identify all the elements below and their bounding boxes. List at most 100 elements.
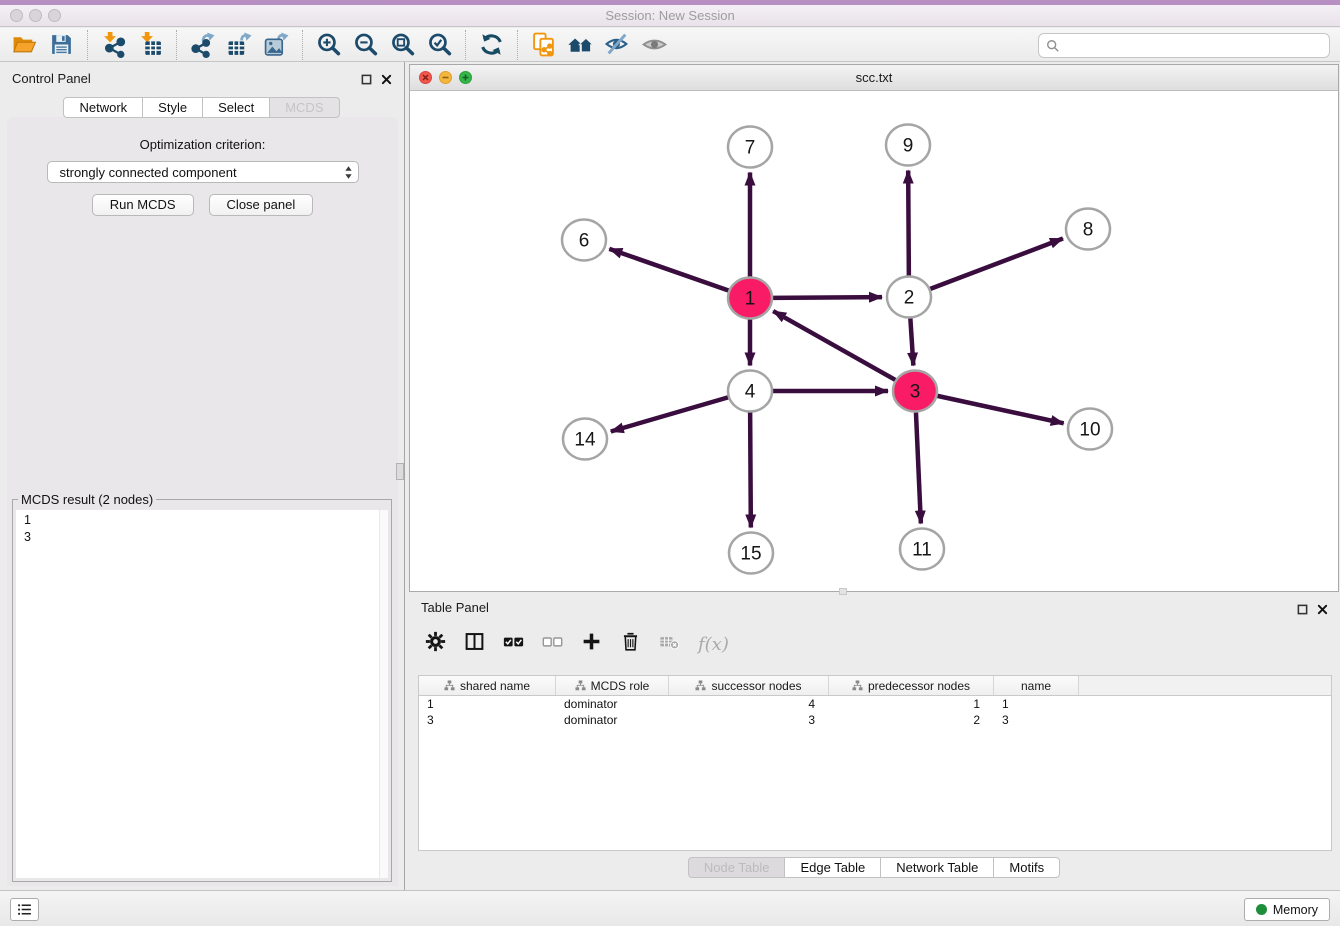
graph-node-2[interactable]: 2 (887, 277, 931, 318)
window-title: Session: New Session (0, 8, 1340, 23)
graph-node-11[interactable]: 11 (900, 529, 944, 570)
zoom-in-icon[interactable] (315, 31, 342, 58)
dropdown-stepper-icon (344, 165, 353, 180)
open-session-icon[interactable] (11, 31, 38, 58)
graph-node-15[interactable]: 15 (729, 533, 773, 574)
table-panel: Table Panel (409, 595, 1340, 889)
export-network-icon[interactable] (189, 31, 216, 58)
graph-edge-2-9[interactable] (908, 170, 909, 275)
refresh-view-icon[interactable] (478, 31, 505, 58)
first-neighbors-icon[interactable] (567, 31, 594, 58)
vertical-splitter-grip[interactable] (396, 463, 404, 480)
mcds-result-title: MCDS result (2 nodes) (18, 492, 156, 507)
graph-edge-3-11[interactable] (916, 412, 921, 523)
tab-node-table[interactable]: Node Table (688, 857, 786, 878)
graph-node-6[interactable]: 6 (562, 220, 606, 261)
table-row[interactable]: 1 dominator 4 1 1 (419, 696, 1331, 712)
show-column-icon[interactable] (464, 631, 485, 657)
import-table-icon[interactable] (137, 31, 164, 58)
zoom-out-icon[interactable] (352, 31, 379, 58)
close-panel-button[interactable]: Close panel (209, 194, 314, 216)
clone-network-icon[interactable] (530, 31, 557, 58)
column-header-shared-name[interactable]: shared name (419, 676, 556, 695)
table-row[interactable]: 3 dominator 3 2 3 (419, 712, 1331, 728)
close-table-panel-icon[interactable] (1317, 602, 1328, 620)
delete-table-icon[interactable] (659, 631, 680, 657)
export-table-icon[interactable] (226, 31, 253, 58)
graph-edge-4-15[interactable] (750, 412, 751, 527)
import-network-icon[interactable] (100, 31, 127, 58)
tab-edge-table[interactable]: Edge Table (784, 857, 881, 878)
float-table-panel-icon[interactable] (1297, 602, 1308, 620)
memory-button[interactable]: Memory (1244, 898, 1330, 921)
network-canvas[interactable]: 7 9 6 8 1 2 4 3 14 10 15 11 (410, 91, 1338, 591)
graph-node-3[interactable]: 3 (893, 371, 937, 412)
graph-edge-2-3[interactable] (910, 318, 913, 365)
table-options-gear-icon[interactable] (425, 631, 446, 657)
unselect-all-columns-icon[interactable] (542, 631, 563, 657)
close-panel-icon[interactable] (381, 72, 392, 90)
graph-edge-3-1[interactable] (773, 311, 895, 380)
memory-status-icon (1256, 904, 1267, 915)
zoom-fit-icon[interactable] (389, 31, 416, 58)
control-panel-title: Control Panel (12, 71, 91, 86)
graph-node-8[interactable]: 8 (1066, 209, 1110, 250)
vertical-splitter[interactable] (404, 62, 405, 890)
svg-text:8: 8 (1083, 220, 1094, 241)
mcds-result-line: 3 (24, 529, 380, 546)
column-header-mcds-role[interactable]: MCDS role (556, 676, 669, 695)
select-all-columns-icon[interactable] (503, 631, 524, 657)
tab-network-table[interactable]: Network Table (880, 857, 994, 878)
column-header-predecessor-nodes[interactable]: predecessor nodes (829, 676, 994, 695)
network-list-button[interactable] (10, 898, 39, 921)
run-mcds-button[interactable]: Run MCDS (92, 194, 194, 216)
toolbar-separator (87, 30, 88, 60)
graph-node-10[interactable]: 10 (1068, 409, 1112, 450)
svg-text:15: 15 (740, 544, 761, 565)
graph-edge-3-10[interactable] (937, 396, 1063, 423)
tab-mcds[interactable]: MCDS (269, 97, 339, 118)
graph-edge-1-2[interactable] (773, 297, 882, 298)
hide-selected-eye-icon[interactable] (604, 31, 631, 58)
criterion-dropdown[interactable]: strongly connected component (47, 161, 359, 183)
graph-edge-4-14[interactable] (611, 397, 728, 431)
network-graph: 7 9 6 8 1 2 4 3 14 10 15 11 (410, 91, 1338, 591)
main-toolbar (0, 28, 1340, 62)
svg-text:11: 11 (912, 540, 932, 561)
save-session-icon[interactable] (48, 31, 75, 58)
show-all-eye-icon[interactable] (641, 31, 668, 58)
network-window-titlebar[interactable]: scc.txt (410, 65, 1338, 91)
export-image-icon[interactable] (263, 31, 290, 58)
search-input[interactable] (1060, 38, 1329, 53)
horizontal-splitter-grip[interactable] (839, 588, 847, 595)
tab-network[interactable]: Network (63, 97, 143, 118)
tab-motifs[interactable]: Motifs (993, 857, 1060, 878)
delete-columns-trash-icon[interactable] (620, 631, 641, 657)
graph-node-1[interactable]: 1 (728, 278, 772, 319)
tab-select[interactable]: Select (202, 97, 270, 118)
network-view-window: scc.txt 7 9 6 8 1 2 4 3 14 10 15 11 (409, 64, 1339, 592)
criterion-value: strongly connected component (60, 165, 344, 180)
graph-edge-1-6[interactable] (609, 249, 728, 291)
add-column-icon[interactable] (581, 631, 602, 657)
mcds-result-area[interactable]: 1 3 (16, 510, 388, 878)
column-attr-icon (444, 680, 455, 691)
network-window-title: scc.txt (410, 70, 1338, 85)
function-builder-icon[interactable]: f(x) (698, 634, 729, 655)
column-header-name[interactable]: name (994, 676, 1079, 695)
column-header-successor-nodes[interactable]: successor nodes (669, 676, 829, 695)
float-panel-icon[interactable] (361, 72, 372, 90)
graph-edge-2-8[interactable] (930, 239, 1063, 289)
graph-node-7[interactable]: 7 (728, 127, 772, 168)
graph-node-4[interactable]: 4 (728, 371, 772, 412)
graph-node-14[interactable]: 14 (563, 419, 607, 460)
table-panel-title: Table Panel (421, 600, 489, 615)
table-tabs: Node Table Edge Table Network Table Moti… (409, 857, 1340, 878)
accent-strip (0, 0, 1340, 5)
svg-text:10: 10 (1079, 420, 1100, 441)
zoom-selected-icon[interactable] (426, 31, 453, 58)
graph-node-9[interactable]: 9 (886, 125, 930, 166)
tab-style[interactable]: Style (142, 97, 203, 118)
table-toolbar: f(x) (425, 625, 729, 663)
result-scrollbar[interactable] (379, 510, 388, 878)
